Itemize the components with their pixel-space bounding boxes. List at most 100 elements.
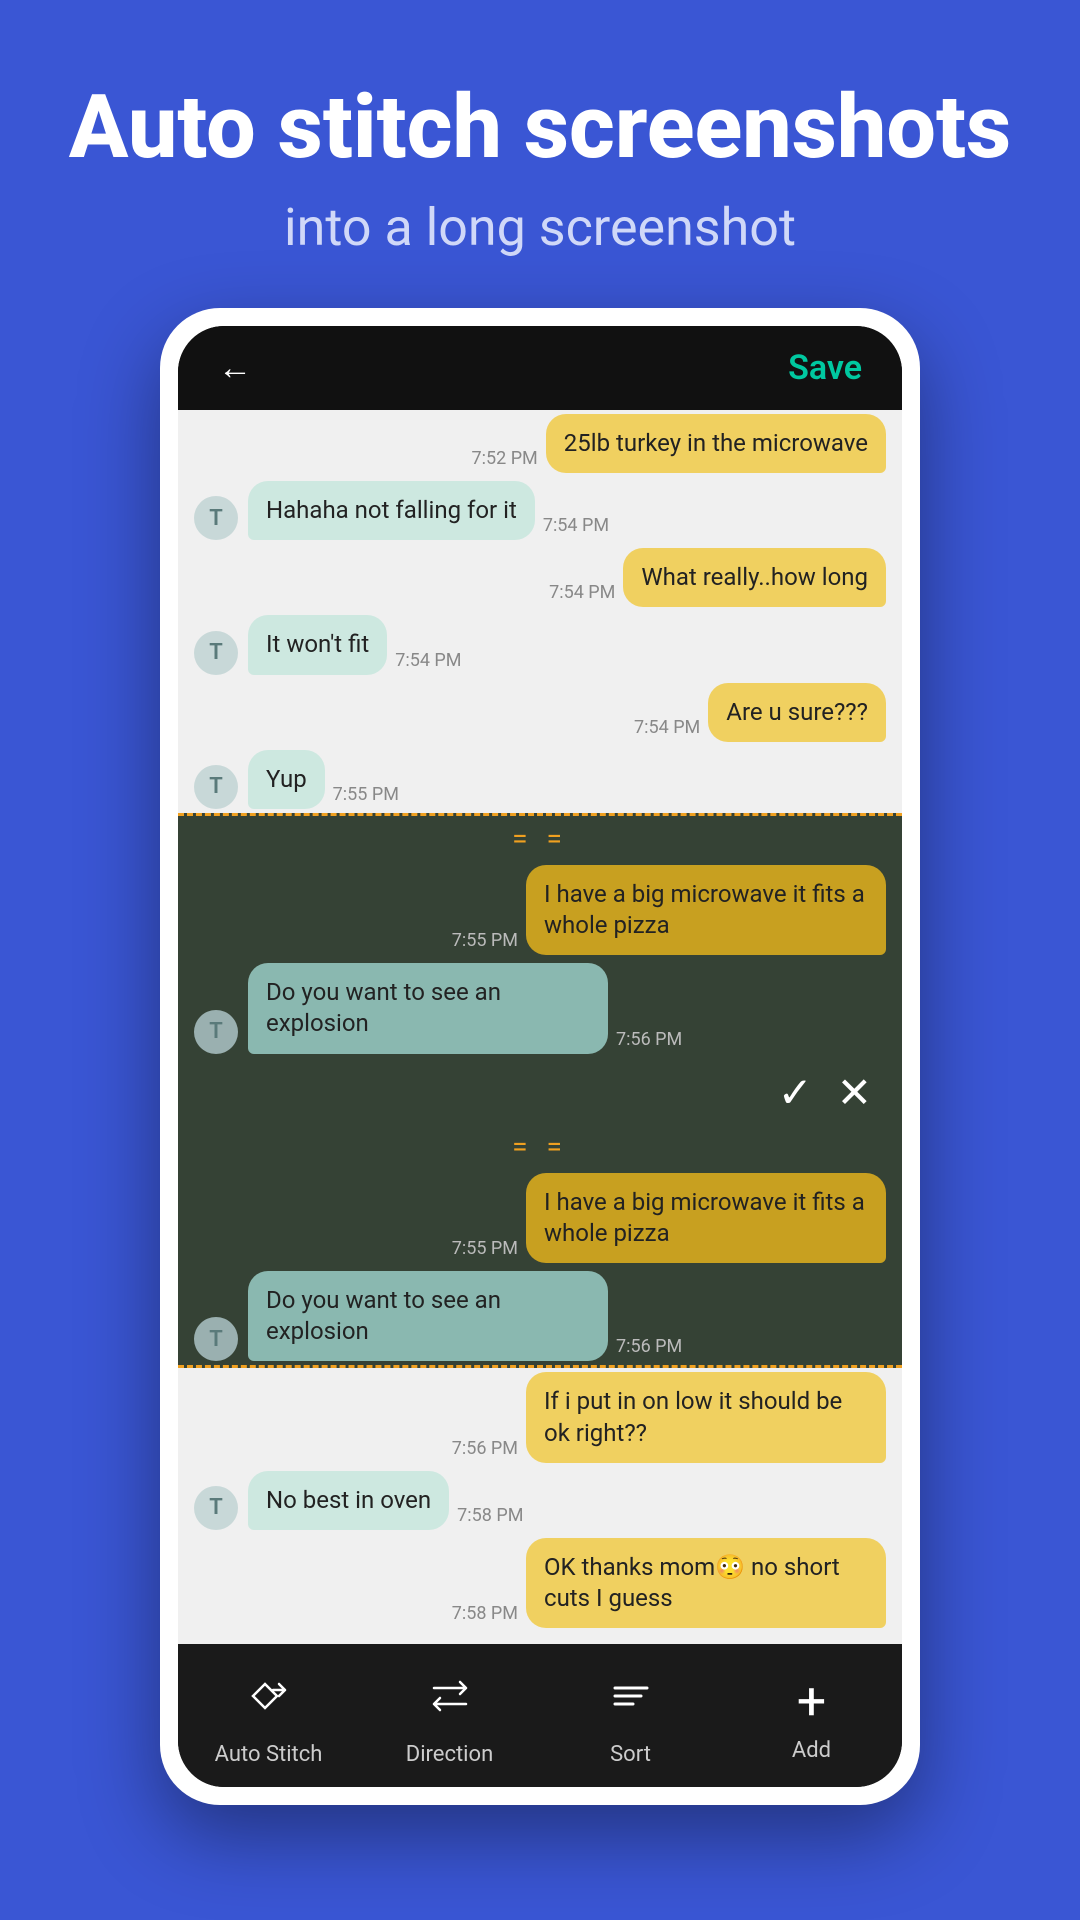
phone-wrapper: ← Save 7:52 PM 25lb turkey in the microw…	[0, 308, 1080, 1806]
message-time: 7:54 PM	[543, 515, 609, 540]
message-row: 7:55 PM I have a big microwave it fits a…	[178, 1169, 902, 1267]
message-row: T Hahaha not falling for it 7:54 PM	[178, 477, 902, 544]
message-time: 7:54 PM	[634, 717, 700, 742]
phone-frame: ← Save 7:52 PM 25lb turkey in the microw…	[160, 308, 920, 1806]
message-bubble: I have a big microwave it fits a whole p…	[526, 865, 886, 955]
overlap-dots-2: = =	[512, 1130, 568, 1163]
message-bubble: No best in oven	[248, 1471, 449, 1530]
direction-label: Direction	[406, 1742, 493, 1767]
message-row: 7:52 PM 25lb turkey in the microwave	[178, 410, 902, 477]
message-time: 7:55 PM	[452, 930, 518, 955]
bubble-wrap: Do you want to see an explosion 7:56 PM	[248, 1271, 682, 1361]
auto-stitch-label: Auto Stitch	[215, 1742, 323, 1767]
message-row: T Do you want to see an explosion 7:56 P…	[178, 1267, 902, 1365]
message-time: 7:52 PM	[472, 448, 538, 473]
message-bubble: 25lb turkey in the microwave	[546, 414, 886, 473]
msg-with-time: Do you want to see an explosion 7:56 PM	[248, 963, 682, 1053]
overlap-indicator-2: = =	[178, 1124, 902, 1169]
bubble-wrap: Yup 7:55 PM	[248, 750, 399, 809]
msg-with-time: Yup 7:55 PM	[248, 750, 399, 809]
message-row: 7:55 PM I have a big microwave it fits a…	[178, 861, 902, 959]
message-bubble: Are u sure???	[708, 683, 886, 742]
message-bubble: Hahaha not falling for it	[248, 481, 535, 540]
msg-with-time: 7:52 PM 25lb turkey in the microwave	[472, 414, 886, 473]
header-subtitle: into a long screenshot	[60, 197, 1020, 258]
message-time: 7:56 PM	[452, 1438, 518, 1463]
header-title: Auto stitch screenshots	[60, 80, 1020, 177]
chat-section-top: 7:52 PM 25lb turkey in the microwave T H…	[178, 410, 902, 813]
bubble-wrap: No best in oven 7:58 PM	[248, 1471, 523, 1530]
message-time: 7:54 PM	[549, 582, 615, 607]
msg-with-time: 7:54 PM What really..how long	[549, 548, 886, 607]
toolbar-item-auto-stitch[interactable]: Auto Stitch	[178, 1672, 359, 1767]
header-section: Auto stitch screenshots into a long scre…	[0, 0, 1080, 308]
msg-with-time: It won't fit 7:54 PM	[248, 615, 462, 674]
add-icon: +	[797, 1676, 827, 1728]
message-time: 7:55 PM	[333, 784, 399, 809]
message-bubble: It won't fit	[248, 615, 387, 674]
sort-label: Sort	[610, 1742, 651, 1767]
msg-with-time: 7:58 PM OK thanks mom😳 no short cuts I g…	[452, 1538, 886, 1628]
back-button[interactable]: ←	[218, 348, 252, 388]
msg-with-time: 7:56 PM If i put in on low it should be …	[452, 1372, 886, 1462]
bubble-wrap: 7:55 PM I have a big microwave it fits a…	[452, 865, 886, 955]
phone-inner: ← Save 7:52 PM 25lb turkey in the microw…	[178, 326, 902, 1788]
message-row: T Yup 7:55 PM	[178, 746, 902, 813]
add-label: Add	[792, 1738, 831, 1763]
message-time: 7:58 PM	[457, 1505, 523, 1530]
msg-with-time: 7:54 PM Are u sure???	[634, 683, 886, 742]
overlap-dots: = =	[512, 822, 568, 855]
bubble-wrap: 7:52 PM 25lb turkey in the microwave	[472, 414, 886, 473]
accept-button[interactable]: ✓	[778, 1068, 813, 1118]
bottom-toolbar: Auto Stitch Direction	[178, 1644, 902, 1787]
avatar: T	[194, 496, 238, 540]
avatar: T	[194, 631, 238, 675]
message-bubble: Do you want to see an explosion	[248, 1271, 608, 1361]
msg-with-time: 7:55 PM I have a big microwave it fits a…	[452, 865, 886, 955]
bubble-wrap: It won't fit 7:54 PM	[248, 615, 462, 674]
msg-with-time: Hahaha not falling for it 7:54 PM	[248, 481, 609, 540]
avatar: T	[194, 765, 238, 809]
reject-button[interactable]: ✕	[837, 1068, 872, 1118]
message-time: 7:56 PM	[616, 1029, 682, 1054]
message-bubble: If i put in on low it should be ok right…	[526, 1372, 886, 1462]
direction-icon	[426, 1672, 474, 1732]
message-bubble: What really..how long	[623, 548, 886, 607]
chat-area: 7:52 PM 25lb turkey in the microwave T H…	[178, 410, 902, 1788]
chat-section-bottom: 7:56 PM If i put in on low it should be …	[178, 1368, 902, 1644]
overlap-region-1: = = 7:55 PM I have a big microwave it fi…	[178, 813, 902, 1124]
message-row: 7:56 PM If i put in on low it should be …	[178, 1368, 902, 1466]
toolbar-item-add[interactable]: + Add	[721, 1676, 902, 1763]
message-bubble: Yup	[248, 750, 325, 809]
message-row: T It won't fit 7:54 PM	[178, 611, 902, 678]
message-time: 7:54 PM	[395, 650, 461, 675]
message-bubble: OK thanks mom😳 no short cuts I guess	[526, 1538, 886, 1628]
msg-with-time: Do you want to see an explosion 7:56 PM	[248, 1271, 682, 1361]
bubble-wrap: 7:58 PM OK thanks mom😳 no short cuts I g…	[452, 1538, 886, 1628]
bubble-wrap: 7:54 PM Are u sure???	[634, 683, 886, 742]
message-row: T Do you want to see an explosion 7:56 P…	[178, 959, 902, 1057]
save-button[interactable]: Save	[788, 348, 862, 388]
message-bubble: Do you want to see an explosion	[248, 963, 608, 1053]
bubble-wrap: 7:54 PM What really..how long	[549, 548, 886, 607]
avatar: T	[194, 1317, 238, 1361]
msg-with-time: 7:55 PM I have a big microwave it fits a…	[452, 1173, 886, 1263]
message-row: 7:58 PM OK thanks mom😳 no short cuts I g…	[178, 1534, 902, 1632]
toolbar-item-sort[interactable]: Sort	[540, 1672, 721, 1767]
message-time: 7:58 PM	[452, 1603, 518, 1628]
bubble-wrap: Hahaha not falling for it 7:54 PM	[248, 481, 609, 540]
message-row: T No best in oven 7:58 PM	[178, 1467, 902, 1534]
overlap-region-2: = = 7:55 PM I have a big microwave it fi…	[178, 1124, 902, 1369]
overlap-controls: ✓ ✕	[178, 1058, 902, 1124]
bubble-wrap: Do you want to see an explosion 7:56 PM	[248, 963, 682, 1053]
msg-with-time: No best in oven 7:58 PM	[248, 1471, 523, 1530]
message-time: 7:55 PM	[452, 1238, 518, 1263]
message-row: 7:54 PM What really..how long	[178, 544, 902, 611]
avatar: T	[194, 1486, 238, 1530]
toolbar-item-direction[interactable]: Direction	[359, 1672, 540, 1767]
message-time: 7:56 PM	[616, 1336, 682, 1361]
phone-topbar: ← Save	[178, 326, 902, 410]
overlap-indicator: = =	[178, 816, 902, 861]
sort-icon	[607, 1672, 655, 1732]
bottom-strip	[0, 1805, 1080, 1885]
